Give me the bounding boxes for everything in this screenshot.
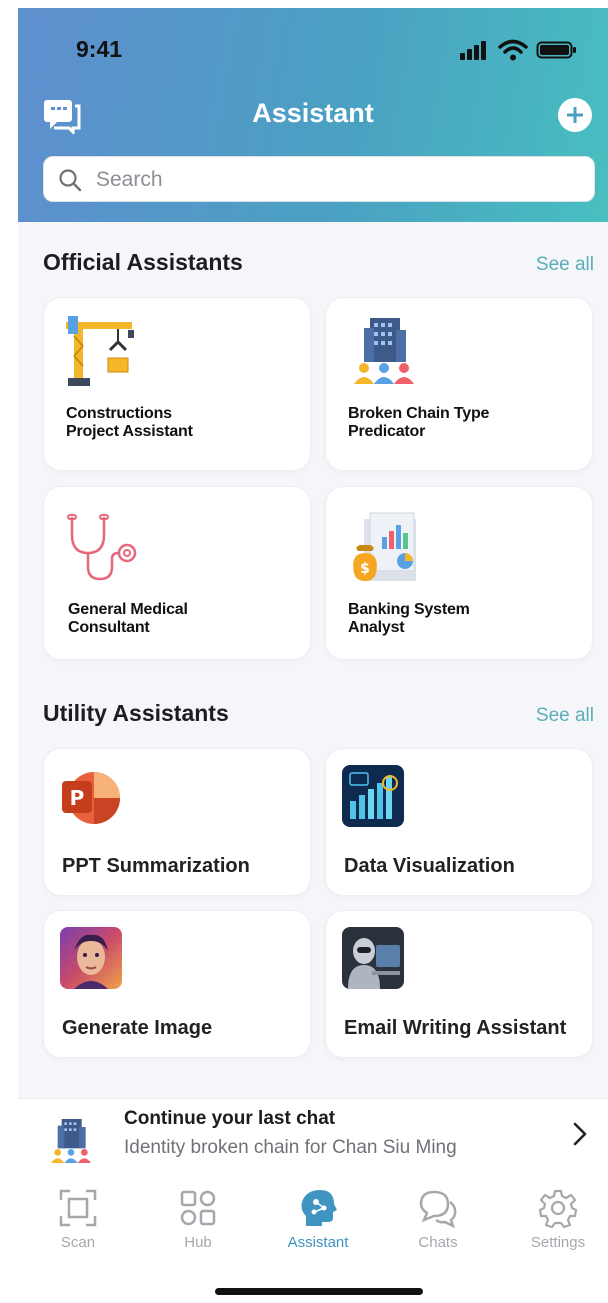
assistant-screen: 9:41 Assistant Search Official Assistant…	[18, 8, 608, 1303]
home-indicator	[215, 1288, 423, 1295]
assistant-card-data-viz[interactable]: Data Visualization	[325, 748, 593, 896]
assistant-card-generate-image[interactable]: Generate Image	[43, 910, 311, 1058]
add-button[interactable]	[558, 98, 592, 132]
search-input[interactable]	[96, 163, 576, 197]
tab-chats[interactable]: Chats	[388, 1188, 488, 1258]
card-label: Banking System Analyst	[348, 601, 470, 636]
tab-label: Hub	[184, 1234, 212, 1251]
header: 9:41 Assistant Search	[18, 8, 608, 222]
card-label: Constructions Project Assistant	[66, 405, 193, 440]
powerpoint-icon: P	[62, 772, 120, 824]
svg-text:P: P	[70, 786, 85, 810]
scan-icon	[59, 1189, 97, 1227]
signal-icon	[460, 41, 486, 60]
money-chart-icon: $	[353, 512, 416, 581]
grid-icon	[180, 1190, 216, 1226]
search-icon	[59, 169, 82, 192]
assistant-card-broken-chain[interactable]: Broken Chain Type Predicator	[325, 297, 593, 471]
ai-face-icon	[60, 927, 122, 989]
tab-bar: Scan Hub Assistant Chats Settings	[18, 1176, 608, 1303]
card-label: Email Writing Assistant	[344, 1017, 567, 1039]
assistant-head-icon	[301, 1190, 337, 1226]
tab-label: Settings	[530, 1234, 586, 1251]
continue-chat-subtitle: Identity broken chain for Chan Siu Ming	[124, 1137, 457, 1158]
utility-section-title: Utility Assistants	[43, 700, 229, 726]
tab-label: Chats	[418, 1234, 458, 1251]
status-icons	[458, 38, 578, 62]
tab-settings[interactable]: Settings	[508, 1188, 608, 1258]
assistant-card-email-writing[interactable]: Email Writing Assistant	[325, 910, 593, 1058]
tab-label: Scan	[60, 1234, 96, 1251]
battery-icon	[536, 41, 576, 59]
robot-icon	[342, 927, 404, 989]
card-label: PPT Summarization	[62, 855, 250, 877]
assistant-card-construction[interactable]: Constructions Project Assistant	[43, 297, 311, 471]
tab-label: Assistant	[287, 1234, 349, 1251]
card-label: Broken Chain Type Predicator	[348, 405, 490, 440]
continue-chat-title: Continue your last chat	[124, 1108, 336, 1129]
chevron-right-icon	[573, 1122, 587, 1146]
assistant-card-banking[interactable]: $ Banking System Analyst	[325, 486, 593, 660]
data-chart-icon	[342, 765, 404, 827]
crane-icon	[66, 316, 134, 386]
card-label: Data Visualization	[344, 855, 515, 877]
wifi-icon	[498, 39, 528, 61]
search-bar[interactable]	[43, 156, 595, 202]
tab-scan[interactable]: Scan	[28, 1188, 128, 1258]
tab-assistant[interactable]: Assistant	[268, 1188, 368, 1258]
continue-last-chat[interactable]: Continue your last chat Identity broken …	[18, 1098, 608, 1176]
svg-text:$: $	[360, 561, 370, 577]
status-time: 9:41	[76, 36, 123, 62]
building-people-icon	[354, 318, 414, 384]
utility-see-all-link[interactable]: See all	[536, 705, 594, 727]
assistant-card-medical[interactable]: General Medical Consultant	[43, 486, 311, 660]
official-section-title: Official Assistants	[43, 249, 243, 275]
gear-icon	[538, 1189, 578, 1228]
card-label: Generate Image	[62, 1017, 213, 1039]
page-title: Assistant	[252, 98, 374, 128]
chat-bubbles-icon	[419, 1190, 457, 1228]
tab-hub[interactable]: Hub	[148, 1188, 248, 1258]
card-label: General Medical Consultant	[68, 601, 188, 636]
building-people-icon	[51, 1119, 91, 1163]
stethoscope-icon	[67, 514, 137, 581]
assistant-card-ppt[interactable]: P PPT Summarization	[43, 748, 311, 896]
official-see-all-link[interactable]: See all	[536, 254, 594, 276]
